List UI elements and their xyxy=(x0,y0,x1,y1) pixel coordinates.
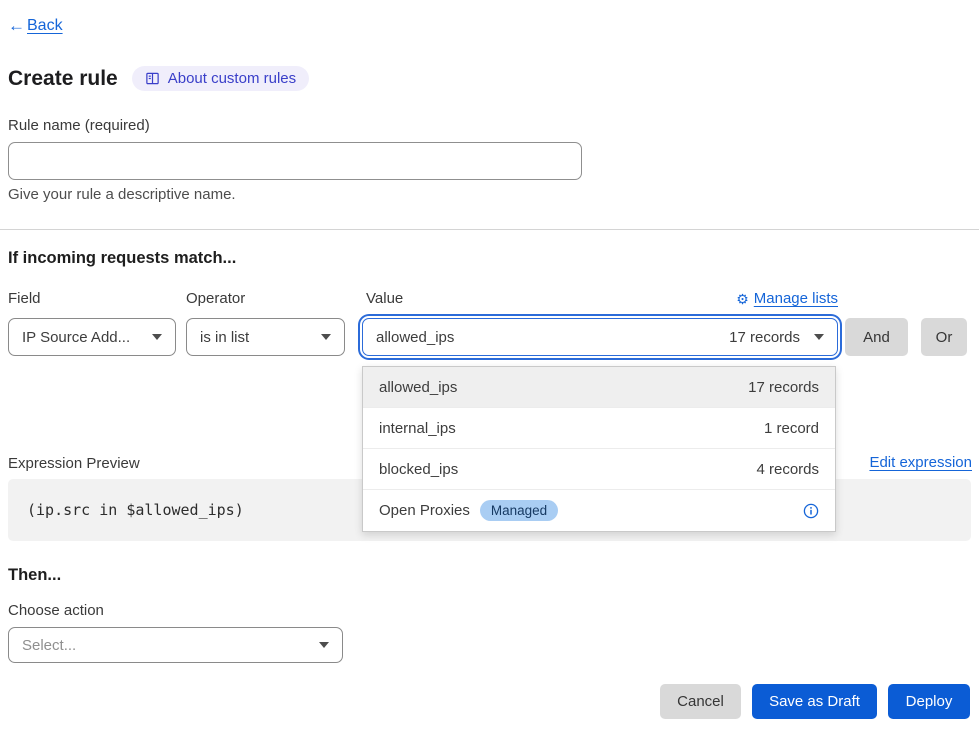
then-section-heading: Then... xyxy=(8,566,61,585)
value-select-record-count: 17 records xyxy=(729,329,814,346)
field-label: Field xyxy=(8,290,41,307)
list-record-count: 17 records xyxy=(748,379,819,396)
operator-select[interactable]: is in list xyxy=(186,318,345,356)
rule-name-helper-text: Give your rule a descriptive name. xyxy=(8,186,236,203)
chevron-down-icon xyxy=(321,334,331,340)
cancel-button[interactable]: Cancel xyxy=(660,684,741,719)
chevron-down-icon xyxy=(319,642,329,648)
chevron-down-icon xyxy=(152,334,162,340)
list-name: internal_ips xyxy=(379,420,456,437)
title-row: Create rule About custom rules xyxy=(8,66,309,91)
section-divider xyxy=(0,229,979,230)
operator-select-value: is in list xyxy=(200,329,249,346)
deploy-button[interactable]: Deploy xyxy=(888,684,970,719)
list-record-count: 1 record xyxy=(764,420,819,437)
back-link[interactable]: ← Back xyxy=(8,16,63,36)
page-title: Create rule xyxy=(8,67,118,91)
about-custom-rules-label: About custom rules xyxy=(168,70,296,87)
value-select[interactable]: allowed_ips 17 records xyxy=(362,318,838,356)
save-as-draft-button[interactable]: Save as Draft xyxy=(752,684,877,719)
list-name: allowed_ips xyxy=(379,379,457,396)
value-dropdown-menu: allowed_ips 17 records internal_ips 1 re… xyxy=(362,366,836,532)
list-record-count: 4 records xyxy=(756,461,819,478)
chevron-down-icon xyxy=(814,334,824,340)
list-name: Open Proxies xyxy=(379,502,470,519)
operator-label: Operator xyxy=(186,290,245,307)
action-select[interactable]: Select... xyxy=(8,627,343,663)
manage-lists-label: Manage lists xyxy=(754,290,838,307)
action-select-placeholder: Select... xyxy=(22,637,76,654)
back-label: Back xyxy=(27,17,63,35)
match-section-heading: If incoming requests match... xyxy=(8,249,236,268)
gear-icon: ⚙ xyxy=(736,292,749,306)
dropdown-option-open-proxies[interactable]: Open Proxies Managed xyxy=(363,490,835,531)
create-rule-page: ← Back Create rule About custom rules Ru… xyxy=(0,0,979,739)
field-select[interactable]: IP Source Add... xyxy=(8,318,176,356)
manage-lists-link[interactable]: ⚙ Manage lists xyxy=(730,290,838,307)
expression-preview-label: Expression Preview xyxy=(8,455,140,472)
rule-name-label: Rule name (required) xyxy=(8,117,150,134)
info-icon[interactable] xyxy=(803,503,819,519)
and-button[interactable]: And xyxy=(845,318,908,356)
about-custom-rules-link[interactable]: About custom rules xyxy=(132,66,309,91)
dropdown-option-allowed-ips[interactable]: allowed_ips 17 records xyxy=(363,367,835,408)
back-arrow-icon: ← xyxy=(8,16,25,36)
book-icon xyxy=(145,71,160,86)
or-button[interactable]: Or xyxy=(921,318,967,356)
edit-expression-link[interactable]: Edit expression xyxy=(869,454,972,471)
value-label: Value xyxy=(366,290,403,307)
dropdown-option-internal-ips[interactable]: internal_ips 1 record xyxy=(363,408,835,449)
dropdown-option-blocked-ips[interactable]: blocked_ips 4 records xyxy=(363,449,835,490)
rule-name-input[interactable] xyxy=(8,142,582,180)
field-select-value: IP Source Add... xyxy=(22,329,130,346)
managed-badge: Managed xyxy=(480,500,558,521)
list-name: blocked_ips xyxy=(379,461,458,478)
choose-action-label: Choose action xyxy=(8,602,104,619)
value-select-value: allowed_ips xyxy=(376,329,454,346)
